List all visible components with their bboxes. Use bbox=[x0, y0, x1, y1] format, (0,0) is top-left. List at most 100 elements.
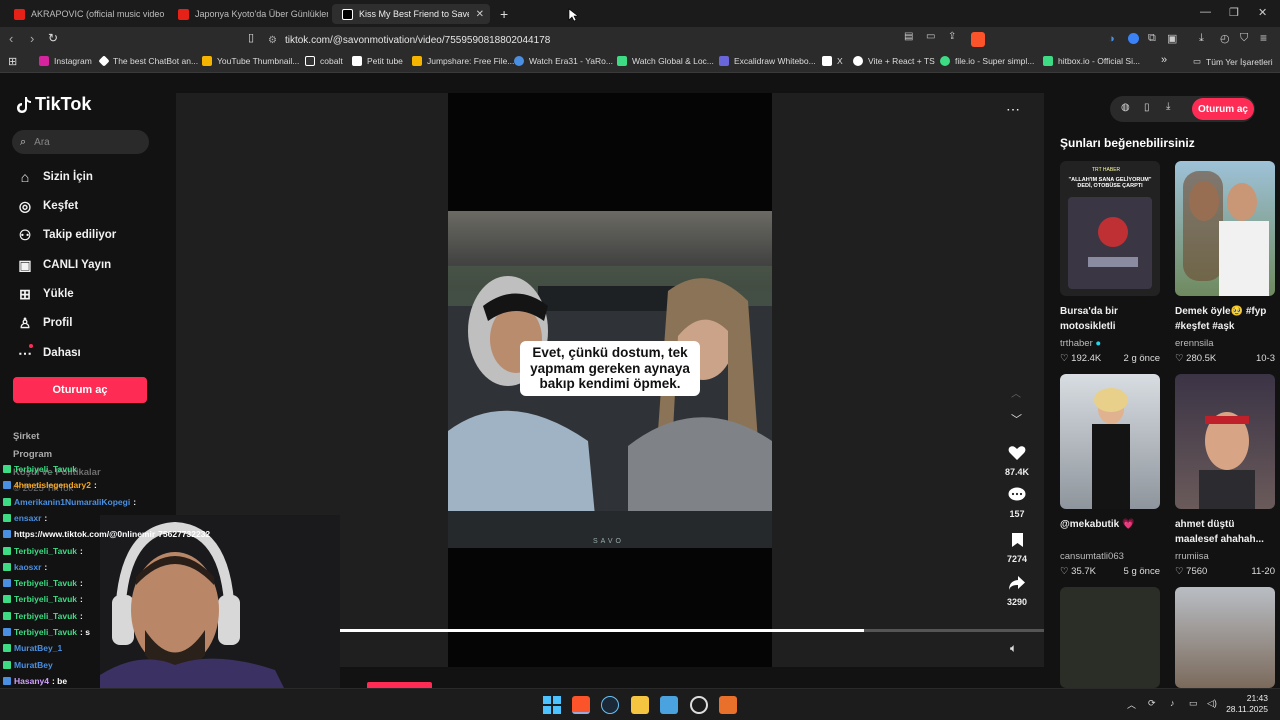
previous-video-icon[interactable]: ︿ bbox=[1011, 385, 1021, 400]
mouse-cursor-icon bbox=[568, 8, 578, 22]
reader-icon[interactable]: ▤ bbox=[904, 31, 913, 42]
youtube-icon bbox=[178, 8, 189, 20]
chat-badge-icon bbox=[3, 579, 11, 588]
url-field[interactable]: ⚙ tiktok.com/@savonmotivation/video/7559… bbox=[268, 30, 988, 50]
speaker-icon[interactable]: ◁) bbox=[1207, 698, 1217, 709]
device-icon[interactable]: ▯ bbox=[1144, 102, 1150, 113]
minimize-icon[interactable]: — bbox=[1200, 6, 1211, 18]
back-icon[interactable]: ‹ bbox=[9, 31, 13, 46]
brave-shield-icon[interactable] bbox=[971, 32, 985, 47]
bookmark-page-icon[interactable]: ▯ bbox=[248, 31, 254, 44]
site-settings-icon[interactable]: ⚙ bbox=[268, 35, 277, 46]
save-button[interactable]: 7274 bbox=[1002, 529, 1032, 564]
nav-for-you[interactable]: ⌂ Sizin İçin bbox=[16, 169, 93, 185]
upload-icon: ⊞ bbox=[19, 285, 31, 302]
system-clock[interactable]: 21:43 28.11.2025 bbox=[1226, 693, 1268, 716]
file-explorer-icon[interactable] bbox=[631, 696, 649, 714]
footer-company-link[interactable]: Şirket bbox=[13, 431, 39, 442]
obs-icon[interactable] bbox=[690, 696, 708, 714]
nav-more[interactable]: ⋯ Dahası bbox=[16, 345, 81, 361]
windows-start-icon[interactable] bbox=[543, 696, 561, 714]
recommendation-card[interactable]: TRT HABER "ALLAH'IM SANA GELİYORUM" DEDİ… bbox=[1060, 161, 1160, 364]
footer-program-link[interactable]: Program bbox=[13, 449, 52, 460]
chat-message: Amerikanin1NumaraliKopegi: bbox=[3, 497, 136, 507]
video-frame[interactable]: Evet, çünkü dostum, tek yapmam gereken a… bbox=[448, 211, 772, 548]
nav-explore[interactable]: ◎ Keşfet bbox=[16, 198, 78, 214]
microphone-icon[interactable]: ♪ bbox=[1170, 698, 1175, 708]
app-icon[interactable] bbox=[719, 696, 737, 714]
menu-icon[interactable]: ≡ bbox=[1260, 31, 1267, 45]
network-icon[interactable]: ▭ bbox=[1189, 698, 1198, 709]
login-button[interactable]: Oturum aç bbox=[13, 377, 147, 403]
comment-button[interactable]: 157 bbox=[1002, 484, 1032, 519]
download-icon[interactable]: ⤓ bbox=[1199, 32, 1204, 45]
share-button[interactable]: 3290 bbox=[1002, 572, 1032, 607]
cast-icon[interactable]: ▭ bbox=[926, 31, 935, 42]
brave-browser-icon[interactable] bbox=[572, 696, 590, 714]
login-button-top[interactable]: Oturum aç bbox=[1192, 98, 1254, 120]
share-icon[interactable]: ⇪ bbox=[948, 31, 956, 42]
sidebar-toggle-icon[interactable]: ▣ bbox=[1167, 32, 1177, 45]
tab-japonya[interactable]: Japonya Kyoto'da Über Günlükleri 5 bbox=[168, 4, 328, 24]
chat-username: Terbiyeli_Tavuk bbox=[14, 594, 77, 605]
history-icon[interactable]: ◴ bbox=[1220, 32, 1230, 45]
chat-username: MuratBey bbox=[14, 659, 53, 670]
bookmark-vite[interactable]: Vite + React + TS bbox=[853, 56, 935, 66]
nav-label: Keşfet bbox=[43, 200, 79, 212]
like-button[interactable]: 87.4K bbox=[1002, 442, 1032, 477]
bookmark-era31[interactable]: Watch Era31 - YaRo... bbox=[514, 56, 613, 66]
tab-akrapovic[interactable]: AKRAPOVIC (official music video) - Yo bbox=[4, 4, 164, 24]
nav-following[interactable]: ⚇ Takip ediliyor bbox=[16, 227, 117, 243]
steam-icon[interactable] bbox=[601, 696, 619, 714]
maximize-icon[interactable]: ❐ bbox=[1229, 6, 1239, 19]
new-tab-button[interactable]: + bbox=[496, 4, 516, 24]
download-app-icon[interactable]: ⤓ bbox=[1166, 101, 1170, 112]
bookmark-watch-global[interactable]: Watch Global & Loc... bbox=[617, 56, 714, 66]
more-options-icon[interactable]: ⋯ bbox=[1006, 101, 1020, 118]
recommendation-thumbnail: TRT HABER "ALLAH'IM SANA GELİYORUM" DEDİ… bbox=[1060, 161, 1160, 296]
photos-icon[interactable] bbox=[660, 696, 678, 714]
recommendation-thumbnail[interactable] bbox=[1060, 587, 1160, 688]
volume-icon[interactable]: 🔈︎ bbox=[1010, 641, 1017, 656]
bookmark-x[interactable]: X bbox=[822, 56, 843, 66]
recommendation-card[interactable]: Demek öyle🥹 #fyp #keşfet #aşk erennsila … bbox=[1175, 161, 1275, 364]
tiktok-logo[interactable]: TikTok bbox=[16, 94, 91, 115]
bookmark-excalidraw[interactable]: Excalidraw Whitebo... bbox=[719, 56, 816, 66]
thumbnail-badge: TRT HABER bbox=[1092, 167, 1121, 173]
bookmark-chatbot[interactable]: The best ChatBot an... bbox=[98, 55, 198, 67]
apps-grid-icon[interactable]: ⊞ bbox=[8, 55, 17, 68]
bookmark-instagram[interactable]: Instagram bbox=[39, 56, 92, 66]
chat-badge-icon bbox=[3, 628, 11, 636]
video-progress-bar[interactable] bbox=[296, 629, 1044, 632]
forward-icon[interactable]: › bbox=[30, 31, 34, 46]
chat-badge-icon bbox=[3, 595, 11, 604]
recommendation-thumbnail[interactable] bbox=[1175, 587, 1275, 688]
tab-tiktok-active[interactable]: Kiss My Best Friend to Save M ✕ bbox=[332, 4, 490, 24]
bookmark-youtube-thumbnail[interactable]: YouTube Thumbnail... bbox=[202, 56, 299, 66]
more-bookmarks-icon[interactable]: » bbox=[1161, 54, 1167, 66]
search-input[interactable]: ⌕ Ara bbox=[12, 130, 149, 154]
bookmark-petit-tube[interactable]: Petit tube bbox=[352, 56, 403, 66]
bookmark-jumpshare[interactable]: Jumpshare: Free File... bbox=[412, 56, 514, 66]
recommendation-card[interactable]: ahmet düştü maalesef ahahah... rrumiisa … bbox=[1175, 374, 1275, 577]
bookmark-cobalt[interactable]: cobalt bbox=[305, 56, 343, 66]
next-video-icon[interactable]: ﹀ bbox=[1011, 411, 1022, 427]
bookmark-fileio[interactable]: file.io - Super simpl... bbox=[940, 56, 1034, 66]
close-window-icon[interactable]: ✕ bbox=[1258, 6, 1267, 19]
bookmark-hitbox[interactable]: hitbox.io - Official Si... bbox=[1043, 56, 1140, 66]
network-sync-icon[interactable]: ⟳ bbox=[1148, 698, 1156, 709]
close-tab-icon[interactable]: ✕ bbox=[476, 9, 484, 20]
reload-icon[interactable]: ↻ bbox=[48, 31, 58, 45]
shield-icon[interactable]: ⛉ bbox=[1240, 32, 1248, 45]
all-bookmarks-folder[interactable]: ▭ Tüm Yer İşaretleri bbox=[1193, 56, 1273, 67]
recommendation-card[interactable]: @mekabutik 💗 cansumtatli063 ♡ 35.7K 5 g ö… bbox=[1060, 374, 1160, 577]
extensions-icon[interactable]: ⧉ bbox=[1148, 32, 1156, 45]
nav-live[interactable]: ▣ CANLI Yayın bbox=[16, 257, 111, 273]
vpn-icon[interactable] bbox=[1128, 33, 1139, 44]
nav-profile[interactable]: ♙ Profil bbox=[16, 315, 73, 331]
nav-upload[interactable]: ⊞ Yükle bbox=[16, 286, 74, 302]
tab-title: Kiss My Best Friend to Save M bbox=[359, 9, 469, 19]
tray-chevron-icon[interactable]: ︿ bbox=[1127, 698, 1136, 711]
wallet-icon[interactable]: ◑ bbox=[1108, 33, 1115, 45]
coin-icon[interactable]: ◍ bbox=[1121, 102, 1130, 113]
